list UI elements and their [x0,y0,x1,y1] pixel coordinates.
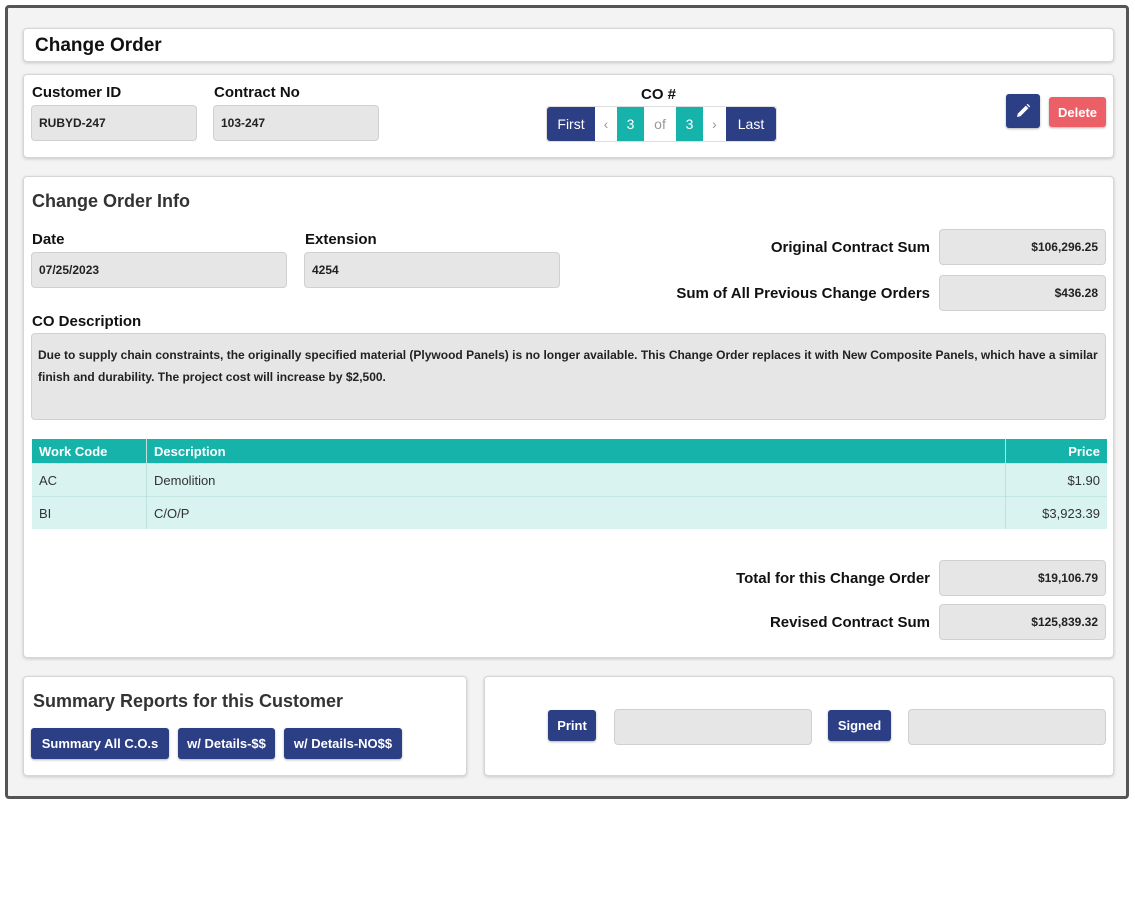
co-description-field[interactable]: Due to supply chain constraints, the ori… [31,333,1106,420]
pager-of-label: of [654,116,666,132]
work-code-header[interactable]: Work Code [32,439,147,464]
title-card: Change Order [23,28,1114,62]
pager-current-page: 3 [617,107,644,141]
details-with-amounts-button[interactable]: w/ Details-$$ [178,728,275,759]
pager-first-button[interactable]: First [547,107,595,141]
print-button[interactable]: Print [548,710,596,741]
table-row[interactable]: BI C/O/P $3,923.39 [32,496,1107,529]
revised-contract-sum-field: $125,839.32 [939,604,1106,640]
print-field[interactable] [614,709,812,745]
description-header[interactable]: Description [146,439,1006,464]
customer-id-label: Customer ID [32,84,122,101]
contract-no-label: Contract No [214,84,300,101]
summary-all-cos-button[interactable]: Summary All C.O.s [31,728,169,759]
delete-button[interactable]: Delete [1049,97,1106,127]
revised-contract-sum-label: Revised Contract Sum [769,614,930,631]
co-pager: First ‹ 3 of 3 › Last [546,106,777,142]
description-cell: Demolition [146,463,1006,497]
header-card: Customer ID RUBYD-247 Contract No 103-24… [23,74,1114,158]
description-cell: C/O/P [146,496,1006,529]
total-change-order-label: Total for this Change Order [736,570,930,587]
signed-button[interactable]: Signed [828,710,891,741]
extension-field[interactable]: 4254 [304,252,560,288]
date-field[interactable]: 07/25/2023 [31,252,287,288]
signed-field[interactable] [908,709,1106,745]
table-header-row: Work Code Description Price [32,439,1107,464]
extension-label: Extension [305,231,377,248]
original-contract-sum-label: Original Contract Sum [770,239,930,256]
change-order-info-card: Change Order Info Date 07/25/2023 Extens… [23,176,1114,658]
contract-no-field[interactable]: 103-247 [213,105,379,141]
work-code-table: Work Code Description Price AC Demolitio… [32,439,1107,529]
customer-id-field[interactable]: RUBYD-247 [31,105,197,141]
table-row[interactable]: AC Demolition $1.90 [32,463,1107,497]
price-header[interactable]: Price [1005,439,1107,464]
section-title: Change Order Info [32,191,191,211]
summary-reports-card: Summary Reports for this Customer Summar… [23,676,467,776]
pencil-icon [1015,103,1031,119]
price-cell: $1.90 [1005,463,1107,497]
pager-prev-button[interactable]: ‹ [595,107,617,141]
app-frame: Change Order Customer ID RUBYD-247 Contr… [5,5,1129,799]
date-label: Date [32,231,65,248]
summary-reports-title: Summary Reports for this Customer [33,691,344,711]
page-title: Change Order [35,35,162,56]
work-code-cell: BI [32,496,147,529]
previous-change-orders-field: $436.28 [939,275,1106,311]
co-number-label: CO # [641,86,677,103]
co-description-label: CO Description [32,313,142,330]
previous-change-orders-label: Sum of All Previous Change Orders [676,285,930,302]
print-signed-card: Print Signed [484,676,1114,776]
details-no-amounts-button[interactable]: w/ Details-NO$$ [284,728,402,759]
pager-last-button[interactable]: Last [726,107,776,141]
pager-next-button[interactable]: › [703,107,726,141]
pager-total-pages: 3 [676,107,703,141]
original-contract-sum-field: $106,296.25 [939,229,1106,265]
total-change-order-field: $19,106.79 [939,560,1106,596]
work-code-cell: AC [32,463,147,497]
price-cell: $3,923.39 [1005,496,1107,529]
edit-button[interactable] [1006,94,1040,128]
